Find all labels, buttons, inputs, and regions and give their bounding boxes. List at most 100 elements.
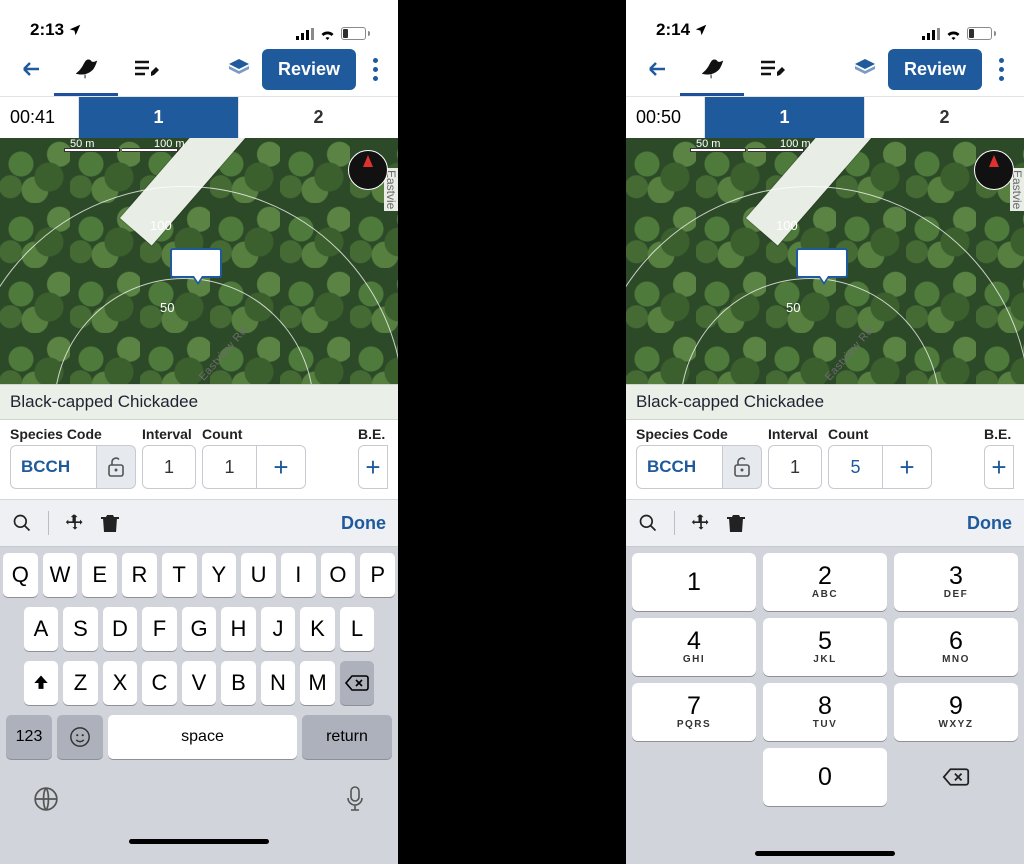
count-plus-button[interactable]: + [882,445,932,489]
observation-form: Species Code Interval 1 Count 5 + B.E. + [626,420,1024,499]
count-input[interactable]: 5 [828,445,882,489]
key-H[interactable]: H [221,607,256,651]
wifi-icon [945,28,962,40]
numpad-key-8[interactable]: 8TUV [763,683,887,741]
numpad-key-9[interactable]: 9WXYZ [894,683,1018,741]
numpad-key-0[interactable]: 0 [763,748,887,806]
key-L[interactable]: L [340,607,375,651]
key-Q[interactable]: Q [3,553,38,597]
tab-list-edit[interactable] [118,42,174,96]
layers-icon [227,57,251,81]
key-V[interactable]: V [182,661,217,705]
mic-icon[interactable] [345,786,365,812]
interval-input[interactable]: 1 [768,445,822,489]
home-indicator[interactable] [755,851,895,856]
numbers-key[interactable]: 123 [6,715,52,759]
return-key[interactable]: return [302,715,392,759]
right-phone: 2:14 24 Review 00:50 1 2 [626,0,1024,864]
key-N[interactable]: N [261,661,296,705]
status-time: 2:13 [30,20,64,40]
numpad-key-1[interactable]: 1 [632,553,756,611]
key-P[interactable]: P [360,553,395,597]
key-C[interactable]: C [142,661,177,705]
key-W[interactable]: W [43,553,78,597]
layers-button[interactable] [216,49,262,89]
wifi-icon [319,28,336,40]
key-S[interactable]: S [63,607,98,651]
key-X[interactable]: X [103,661,138,705]
numpad-key-2[interactable]: 2ABC [763,553,887,611]
emoji-key[interactable] [57,715,103,759]
key-M[interactable]: M [300,661,335,705]
key-E[interactable]: E [82,553,117,597]
layers-button[interactable] [842,49,888,89]
interval-tab-1[interactable]: 1 [704,97,864,138]
search-button[interactable] [12,513,32,533]
compass-icon[interactable] [348,150,388,190]
interval-tab-1[interactable]: 1 [78,97,238,138]
key-F[interactable]: F [142,607,177,651]
species-code-input[interactable] [10,445,96,489]
be-plus-button[interactable]: + [984,445,1014,489]
review-button[interactable]: Review [262,49,356,90]
search-button[interactable] [638,513,658,533]
numpad-key-4[interactable]: 4GHI [632,618,756,676]
lock-button[interactable] [96,445,136,489]
interval-tab-2[interactable]: 2 [864,97,1024,138]
lock-open-icon [107,457,125,477]
interval-tab-2[interactable]: 2 [238,97,398,138]
key-G[interactable]: G [182,607,217,651]
delete-button[interactable] [727,513,745,533]
more-button[interactable] [360,58,390,81]
key-R[interactable]: R [122,553,157,597]
status-bar: 2:14 24 [626,0,1024,42]
more-button[interactable] [986,58,1016,81]
move-button[interactable] [691,513,711,533]
map-view[interactable]: Eastview Rd Eastvie 100 50 50 m 100 m [626,138,1024,384]
key-Z[interactable]: Z [63,661,98,705]
numpad-key-6[interactable]: 6MNO [894,618,1018,676]
numpad-key-5[interactable]: 5JKL [763,618,887,676]
review-button[interactable]: Review [888,49,982,90]
space-key[interactable]: space [108,715,297,759]
numpad-key-3[interactable]: 3DEF [894,553,1018,611]
tab-bird[interactable] [54,42,118,96]
map-view[interactable]: Eastview Rd Eastvie 100 50 50 m 100 m [0,138,398,384]
back-button[interactable] [634,49,680,89]
done-button[interactable]: Done [967,513,1012,534]
shift-key[interactable] [24,661,59,705]
key-B[interactable]: B [221,661,256,705]
species-code-input[interactable] [636,445,722,489]
globe-icon[interactable] [33,786,59,812]
compass-icon[interactable] [974,150,1014,190]
key-U[interactable]: U [241,553,276,597]
key-I[interactable]: I [281,553,316,597]
key-D[interactable]: D [103,607,138,651]
observation-pin[interactable] [796,248,848,278]
numpad-key-7[interactable]: 7PQRS [632,683,756,741]
home-indicator[interactable] [129,839,269,844]
shift-icon [31,673,51,693]
done-button[interactable]: Done [341,513,386,534]
key-K[interactable]: K [300,607,335,651]
numpad-backspace[interactable] [894,748,1018,806]
count-plus-button[interactable]: + [256,445,306,489]
delete-button[interactable] [101,513,119,533]
move-button[interactable] [65,513,85,533]
tab-bird[interactable] [680,42,744,96]
key-T[interactable]: T [162,553,197,597]
lock-open-icon [733,457,751,477]
interval-input[interactable]: 1 [142,445,196,489]
observation-pin[interactable] [170,248,222,278]
backspace-key[interactable] [340,661,375,705]
be-plus-button[interactable]: + [358,445,388,489]
key-J[interactable]: J [261,607,296,651]
tab-list-edit[interactable] [744,42,800,96]
count-input[interactable]: 1 [202,445,256,489]
interval-tabs: 00:41 1 2 [0,96,398,138]
back-button[interactable] [8,49,54,89]
key-O[interactable]: O [321,553,356,597]
lock-button[interactable] [722,445,762,489]
key-A[interactable]: A [24,607,59,651]
key-Y[interactable]: Y [202,553,237,597]
